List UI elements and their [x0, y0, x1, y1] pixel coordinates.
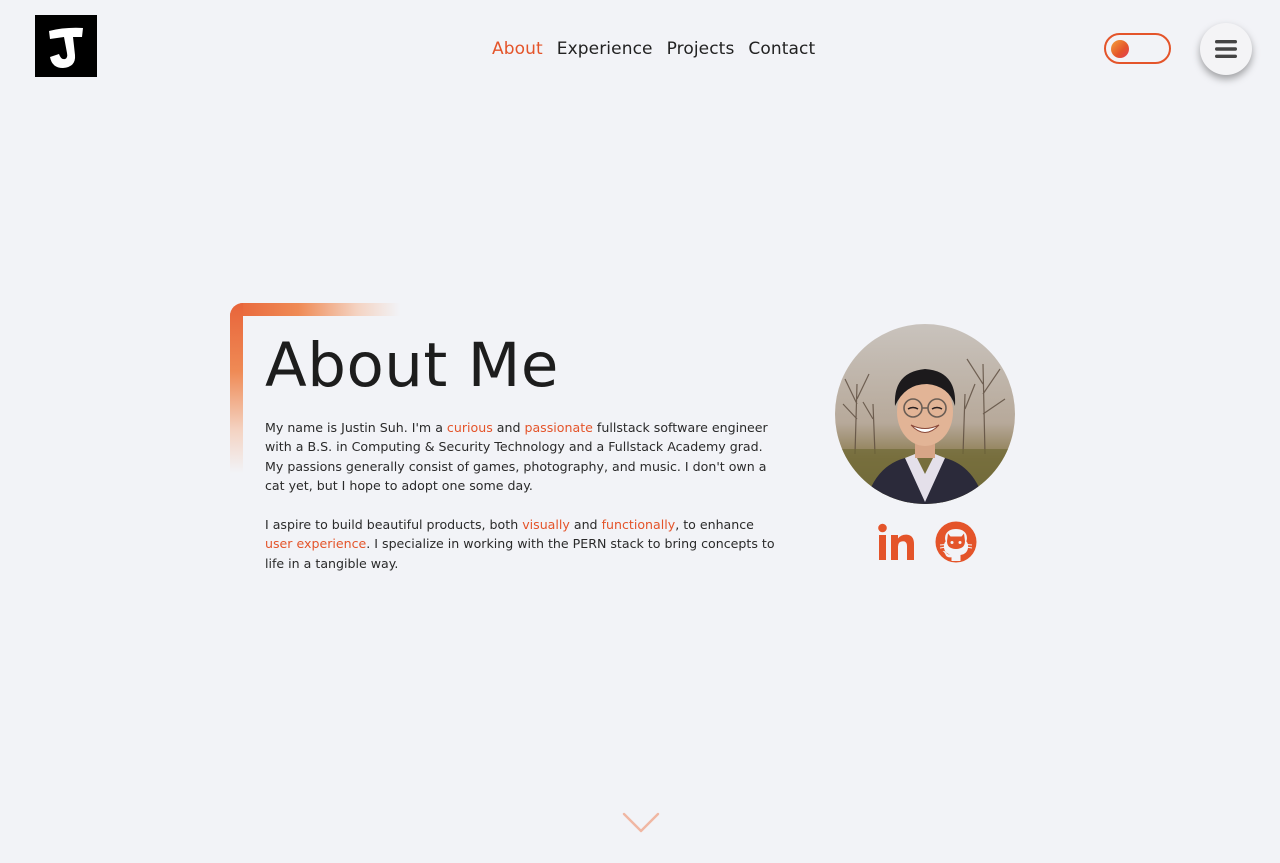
highlight-passionate: passionate [524, 420, 593, 435]
title-frame-inner [243, 316, 263, 336]
highlight-functionally: functionally [601, 517, 676, 533]
profile-photo-image [835, 324, 1015, 504]
bio-text: My name is Justin Suh. I'm a [265, 420, 447, 435]
highlight-visually: visually [522, 517, 570, 533]
title-frame-left [230, 303, 243, 473]
nav-link-experience[interactable]: Experience [557, 39, 653, 59]
site-logo[interactable] [35, 15, 97, 77]
nav-link-about[interactable]: About [492, 39, 543, 59]
toggle-knob [1111, 40, 1129, 58]
github-link[interactable] [935, 521, 977, 567]
main-nav: About Experience Projects Contact [492, 36, 815, 62]
bio-text: and [569, 517, 602, 533]
theme-toggle[interactable] [1104, 33, 1171, 64]
bio-text: I aspire to build beautiful products, bo… [265, 517, 523, 533]
about-title: About Me [265, 330, 559, 401]
menu-button[interactable] [1200, 23, 1252, 75]
bio-text: , to enhance [675, 517, 754, 533]
title-frame-top [230, 303, 400, 316]
bio-paragraph-2: I aspire to build beautiful products, bo… [265, 515, 775, 573]
bio-text: and [492, 420, 525, 435]
chevron-down-icon [622, 812, 660, 833]
about-bio: My name is Justin Suh. I'm a curious and… [265, 418, 775, 593]
nav-link-projects[interactable]: Projects [667, 39, 735, 59]
linkedin-link[interactable] [877, 522, 915, 566]
logo-j-icon [35, 15, 97, 77]
highlight-curious: curious [446, 420, 493, 435]
nav-link-contact[interactable]: Contact [748, 39, 815, 59]
profile-photo [835, 324, 1015, 504]
hamburger-icon [1215, 40, 1237, 58]
github-icon [935, 521, 977, 563]
highlight-user-experience: user experience [265, 536, 367, 552]
social-links [877, 521, 977, 567]
scroll-down-button[interactable] [622, 812, 660, 834]
linkedin-icon [878, 523, 914, 560]
bio-paragraph-1: My name is Justin Suh. I'm a curious and… [265, 418, 775, 496]
page: About Experience Projects Contact About … [0, 0, 1280, 863]
